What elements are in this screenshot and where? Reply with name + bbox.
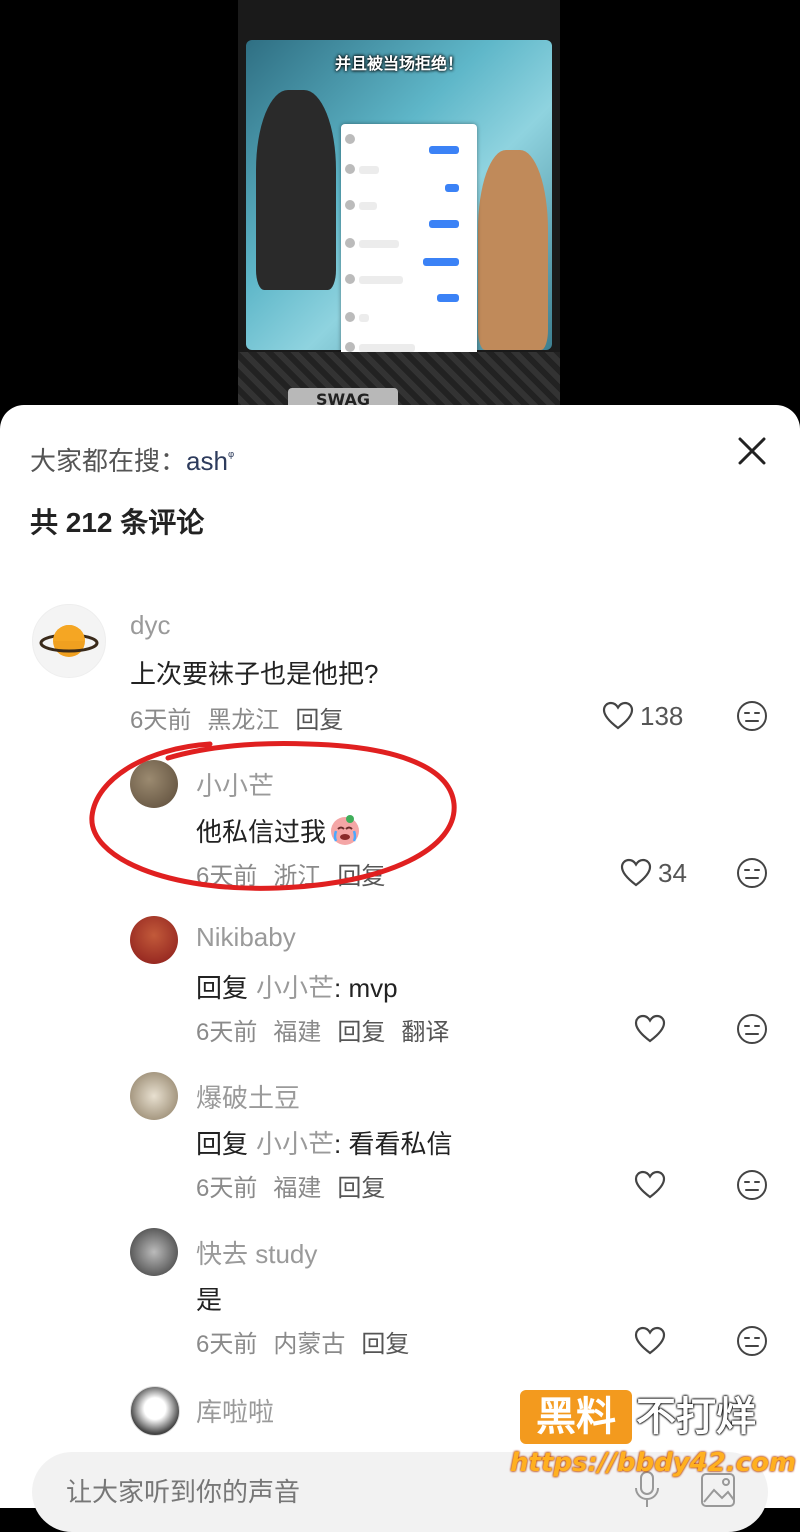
planet-icon [39,625,99,657]
comment-time: 6天前 [196,1175,258,1202]
reply-button[interactable]: 回复 [337,863,385,890]
crying-emoji-icon [328,813,362,847]
watermark: 黑料 不打烊 https://bbdy42.com [510,1388,796,1488]
comment-meta: 6天前 内蒙古 回复 [196,1324,425,1359]
comment-username[interactable]: 小小芒 [196,766,274,803]
comment-count: 共 212 条评论 [30,507,205,538]
heart-icon [602,701,634,730]
comment-meta: 6天前 浙江 回复 [196,856,401,891]
like-button[interactable] [634,1013,666,1045]
avatar[interactable] [130,1386,180,1436]
like-count: 34 [658,857,687,888]
heart-icon [620,858,652,887]
comment-time: 6天前 [196,863,258,890]
watermark-box: 黑料 [520,1390,632,1444]
reply-button[interactable]: 回复 [295,707,343,734]
like-button[interactable]: 34 [620,857,687,889]
emoji-reaction-icon[interactable] [736,857,768,889]
like-button[interactable]: 138 [602,700,683,732]
reply-button[interactable]: 回复 [337,1175,385,1202]
heart-icon [634,1014,666,1043]
trending-search[interactable]: 大家都在搜：ashᵠ [30,441,234,478]
emoji-reaction-icon[interactable] [736,1013,768,1045]
avatar[interactable] [130,916,178,964]
watermark-url: https://bbdy42.com [510,1448,797,1478]
mention-username[interactable]: 小小芒 [256,1129,334,1159]
like-button[interactable] [634,1169,666,1201]
emoji-reaction-icon[interactable] [736,1169,768,1201]
comment-location: 福建 [273,1175,322,1202]
emoji-reaction-icon[interactable] [736,1325,768,1357]
heart-icon [634,1326,666,1355]
comment-text-content: 他私信过我 [196,817,327,847]
comment-username[interactable]: 快去 study [196,1234,317,1271]
comment-text: 上次要袜子也是他把? [130,659,379,689]
comment-username[interactable]: Nikibaby [196,922,296,953]
comment-location: 浙江 [273,863,322,890]
like-button[interactable] [634,1325,666,1357]
heart-icon [634,1170,666,1199]
comment-location: 黑龙江 [207,707,280,734]
avatar[interactable] [130,1228,178,1276]
comment-text: 是 [196,1285,223,1315]
emoji-reaction-icon[interactable] [736,700,768,732]
comment-location: 福建 [273,1019,322,1046]
comment-time: 6天前 [196,1019,258,1046]
reply-prefix: 回复 [196,973,249,1003]
chat-screenshot [341,124,477,380]
comment-time: 6天前 [196,1331,258,1358]
like-count: 138 [640,700,684,731]
watermark-text: 不打烊 [636,1394,756,1440]
reply-prefix: 回复 [196,1129,249,1159]
comment-text: 回复 小小芒: mvp [196,968,398,1005]
video-player[interactable]: 并且被当场拒绝！ SWAG [238,0,560,410]
reply-button[interactable]: 回复 [337,1019,385,1046]
video-person-left [256,90,336,290]
comment-username[interactable]: 库啦啦 [196,1392,274,1429]
comment-text-content: : mvp [334,973,398,1003]
comment-meta: 6天前 福建 回复 翻译 [196,1012,465,1047]
video-frame [246,40,552,380]
video-caption: 并且被当场拒绝！ [334,54,463,73]
comment-text: 他私信过我 [196,812,362,849]
comment-input-placeholder: 让大家听到你的声音 [66,1477,301,1507]
comment-text-content: : 看看私信 [334,1129,453,1159]
trending-search-prefix: 大家都在搜： [30,446,187,476]
mention-username[interactable]: 小小芒 [256,973,334,1003]
comment-location: 内蒙古 [273,1331,346,1358]
avatar[interactable] [130,760,178,808]
comment-username[interactable]: 爆破土豆 [196,1078,300,1115]
close-icon[interactable] [734,433,770,469]
comment-time: 6天前 [130,707,192,734]
video-bottom-pattern [238,352,560,410]
translate-button[interactable]: 翻译 [401,1019,449,1046]
search-icon: ᵠ [227,447,235,464]
comment-meta: 6天前 黑龙江 回复 [130,700,359,735]
avatar[interactable] [130,1072,178,1120]
comment-meta: 6天前 福建 回复 [196,1168,401,1203]
video-person-right [478,150,548,350]
comment-username[interactable]: dyc [130,610,170,641]
trending-search-keyword[interactable]: ash [186,446,228,476]
reply-button[interactable]: 回复 [361,1331,409,1358]
avatar[interactable] [32,604,106,678]
comment-text: 回复 小小芒: 看看私信 [196,1124,452,1161]
